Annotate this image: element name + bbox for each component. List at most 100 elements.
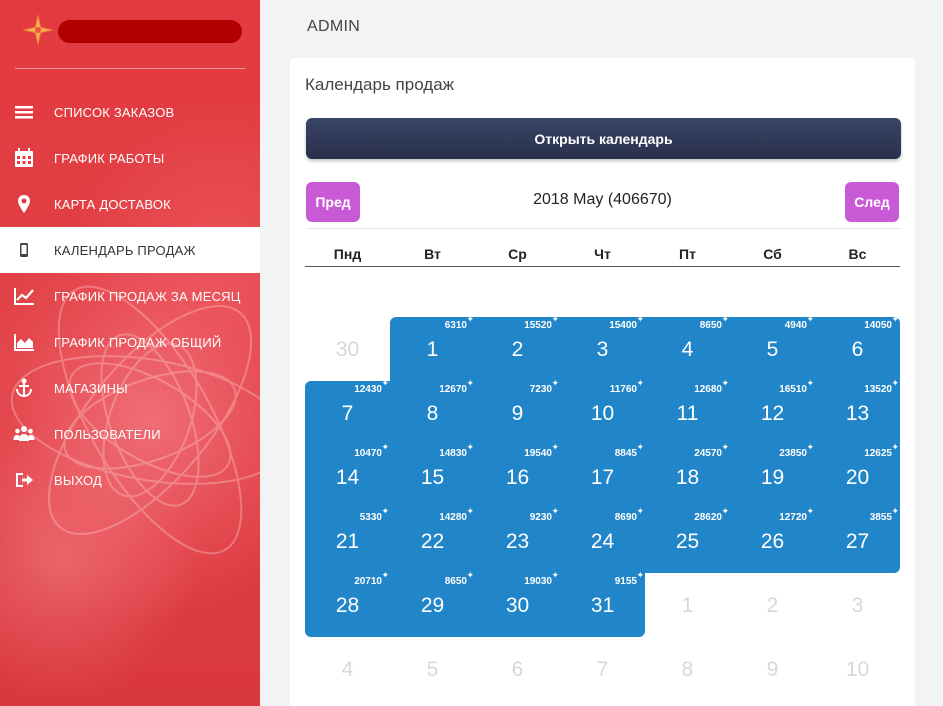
calendar-week-row: 4 5 6 7 8 9 10 bbox=[305, 637, 900, 701]
day-sales-amount: 15400 bbox=[609, 320, 637, 331]
sparkle-icon: ✦ bbox=[466, 506, 474, 516]
calendar-day-with-sales[interactable]: 11760 ✦ 10 bbox=[560, 378, 645, 445]
calendar-day-with-sales[interactable]: 9155 ✦ 31 bbox=[560, 570, 645, 637]
divider bbox=[306, 228, 900, 229]
calendar-day-with-sales[interactable]: 8845 ✦ 17 bbox=[560, 442, 645, 509]
calendar-day-with-sales[interactable]: 24570 ✦ 18 bbox=[645, 442, 730, 509]
calendar-day-outside-month[interactable]: 8 bbox=[645, 637, 730, 701]
calendar-day-outside-month[interactable]: 2 bbox=[730, 573, 815, 637]
sidebar-item-label: ГРАФИК ПРОДАЖ ЗА МЕСЯЦ bbox=[54, 288, 241, 304]
calendar-icon bbox=[0, 147, 54, 169]
sidebar-item-label: СПИСОК ЗАКАЗОВ bbox=[54, 104, 175, 120]
calendar-day-with-sales[interactable]: 16510 ✦ 12 bbox=[730, 378, 815, 445]
sidebar-item-total-sales-chart[interactable]: ГРАФИК ПРОДАЖ ОБЩИЙ bbox=[0, 319, 260, 365]
calendar-day-outside-month[interactable]: 10 bbox=[815, 637, 900, 701]
sparkle-icon: ✦ bbox=[636, 570, 644, 580]
calendar-week-row: 30 6310 ✦ 1 15520 ✦ 2 15400 ✦ 3 8650 ✦ 4 4940 ✦ 5 14050 ✦… bbox=[305, 314, 900, 381]
calendar-day-outside-month[interactable]: 7 bbox=[560, 637, 645, 701]
calendar-day-with-sales[interactable]: 19540 ✦ 16 bbox=[475, 442, 560, 509]
calendar-day-with-sales[interactable]: 4940 ✦ 5 bbox=[730, 314, 815, 381]
sidebar-item-label: МАГАЗИНЫ bbox=[54, 380, 128, 396]
day-sales-amount: 15520 bbox=[524, 320, 552, 331]
calendar-day-outside-month[interactable]: 4 bbox=[305, 637, 390, 701]
sales-calendar-card: Календарь продаж Открыть календарь Пред … bbox=[290, 58, 915, 706]
calendar-day-outside-month[interactable]: 9 bbox=[730, 637, 815, 701]
anchor-icon bbox=[0, 377, 54, 399]
sparkle-icon: ✦ bbox=[891, 378, 899, 388]
calendar-day-with-sales[interactable]: 12720 ✦ 26 bbox=[730, 506, 815, 573]
sidebar-item-delivery-map[interactable]: КАРТА ДОСТАВОК bbox=[0, 181, 260, 227]
calendar-day-with-sales[interactable]: 12625 ✦ 20 bbox=[815, 442, 900, 509]
calendar-day-with-sales[interactable]: 8650 ✦ 29 bbox=[390, 570, 475, 637]
calendar-day-outside-month[interactable]: 30 bbox=[305, 317, 390, 381]
weekday-label: Чт bbox=[594, 246, 611, 262]
sidebar-item-label: ГРАФИК РАБОТЫ bbox=[54, 150, 165, 166]
day-sales-amount: 5330 bbox=[359, 512, 382, 523]
list-icon bbox=[0, 101, 54, 123]
calendar-day-with-sales[interactable]: 20710 ✦ 28 bbox=[305, 570, 390, 637]
day-number: 4 bbox=[341, 658, 354, 681]
calendar-day-with-sales[interactable]: 14050 ✦ 6 bbox=[815, 314, 900, 381]
day-sales-amount: 12430 bbox=[354, 384, 382, 395]
area-chart-icon bbox=[0, 331, 54, 353]
calendar-day-with-sales[interactable]: 7230 ✦ 9 bbox=[475, 378, 560, 445]
sidebar-item-sales-calendar[interactable]: КАЛЕНДАРЬ ПРОДАЖ bbox=[0, 227, 260, 273]
calendar-day-outside-month[interactable]: 5 bbox=[390, 637, 475, 701]
calendar-day-with-sales[interactable]: 12430 ✦ 7 bbox=[305, 378, 390, 445]
calendar-day-with-sales[interactable]: 23850 ✦ 19 bbox=[730, 442, 815, 509]
card-title: Календарь продаж bbox=[305, 75, 455, 94]
sparkle-icon: ✦ bbox=[466, 314, 474, 324]
calendar-day-with-sales[interactable]: 15520 ✦ 2 bbox=[475, 314, 560, 381]
calendar-day-with-sales[interactable]: 13520 ✦ 13 bbox=[815, 378, 900, 445]
sidebar-item-schedule[interactable]: ГРАФИК РАБОТЫ bbox=[0, 135, 260, 181]
calendar-day-with-sales[interactable]: 10470 ✦ 14 bbox=[305, 442, 390, 509]
sidebar-item-logout[interactable]: ВЫХОД bbox=[0, 457, 260, 503]
calendar-grid: 30 6310 ✦ 1 15520 ✦ 2 15400 ✦ 3 8650 ✦ 4 4940 ✦ 5 14050 ✦… bbox=[305, 314, 900, 701]
calendar-day-with-sales[interactable]: 28620 ✦ 25 bbox=[645, 506, 730, 573]
sparkle-icon: ✦ bbox=[721, 314, 729, 324]
calendar-day-outside-month[interactable]: 3 bbox=[815, 573, 900, 637]
day-number: 29 bbox=[420, 594, 445, 617]
sparkle-icon: ✦ bbox=[636, 314, 644, 324]
sidebar-item-shops[interactable]: МАГАЗИНЫ bbox=[0, 365, 260, 411]
day-number: 31 bbox=[590, 594, 615, 617]
sidebar-item-label: ПОЛЬЗОВАТЕЛИ bbox=[54, 426, 161, 442]
day-sales-amount: 3855 bbox=[869, 512, 892, 523]
calendar-day-with-sales[interactable]: 8650 ✦ 4 bbox=[645, 314, 730, 381]
sparkle-icon: ✦ bbox=[891, 442, 899, 452]
calendar-day-with-sales[interactable]: 19030 ✦ 30 bbox=[475, 570, 560, 637]
sidebar-item-monthly-sales-chart[interactable]: ГРАФИК ПРОДАЖ ЗА МЕСЯЦ bbox=[0, 273, 260, 319]
calendar-day-with-sales[interactable]: 15400 ✦ 3 bbox=[560, 314, 645, 381]
day-number: 17 bbox=[590, 466, 615, 489]
sidebar-item-users[interactable]: ПОЛЬЗОВАТЕЛИ bbox=[0, 411, 260, 457]
calendar-day-with-sales[interactable]: 5330 ✦ 21 bbox=[305, 506, 390, 573]
open-calendar-button[interactable]: Открыть календарь bbox=[306, 118, 901, 159]
sparkle-icon: ✦ bbox=[636, 442, 644, 452]
logo-icon bbox=[22, 14, 54, 46]
sparkle-icon: ✦ bbox=[721, 506, 729, 516]
calendar-day-with-sales[interactable]: 6310 ✦ 1 bbox=[390, 314, 475, 381]
sparkle-icon: ✦ bbox=[381, 378, 389, 388]
calendar-week-row: 5330 ✦ 21 14280 ✦ 22 9230 ✦ 23 8690 ✦ 24 28620 ✦ 25 127… bbox=[305, 506, 900, 573]
calendar-day-outside-month[interactable]: 1 bbox=[645, 573, 730, 637]
calendar-day-with-sales[interactable]: 9230 ✦ 23 bbox=[475, 506, 560, 573]
day-number: 30 bbox=[505, 594, 530, 617]
day-number: 24 bbox=[590, 530, 615, 553]
sparkle-icon: ✦ bbox=[466, 442, 474, 452]
day-number: 16 bbox=[505, 466, 530, 489]
calendar-day-with-sales[interactable]: 3855 ✦ 27 bbox=[815, 506, 900, 573]
day-number: 8 bbox=[426, 402, 439, 425]
next-month-button[interactable]: След bbox=[845, 182, 899, 222]
calendar-day-with-sales[interactable]: 12680 ✦ 11 bbox=[645, 378, 730, 445]
day-number: 9 bbox=[766, 658, 779, 681]
calendar-day-outside-month[interactable]: 6 bbox=[475, 637, 560, 701]
day-sales-amount: 9230 bbox=[529, 512, 552, 523]
calendar-day-with-sales[interactable]: 8690 ✦ 24 bbox=[560, 506, 645, 573]
calendar-day-with-sales[interactable]: 14280 ✦ 22 bbox=[390, 506, 475, 573]
day-number: 6 bbox=[511, 658, 524, 681]
calendar-day-with-sales[interactable]: 12670 ✦ 8 bbox=[390, 378, 475, 445]
day-number: 23 bbox=[505, 530, 530, 553]
prev-month-button[interactable]: Пред bbox=[306, 182, 360, 222]
calendar-day-with-sales[interactable]: 14830 ✦ 15 bbox=[390, 442, 475, 509]
sidebar-item-orders[interactable]: СПИСОК ЗАКАЗОВ bbox=[0, 89, 260, 135]
